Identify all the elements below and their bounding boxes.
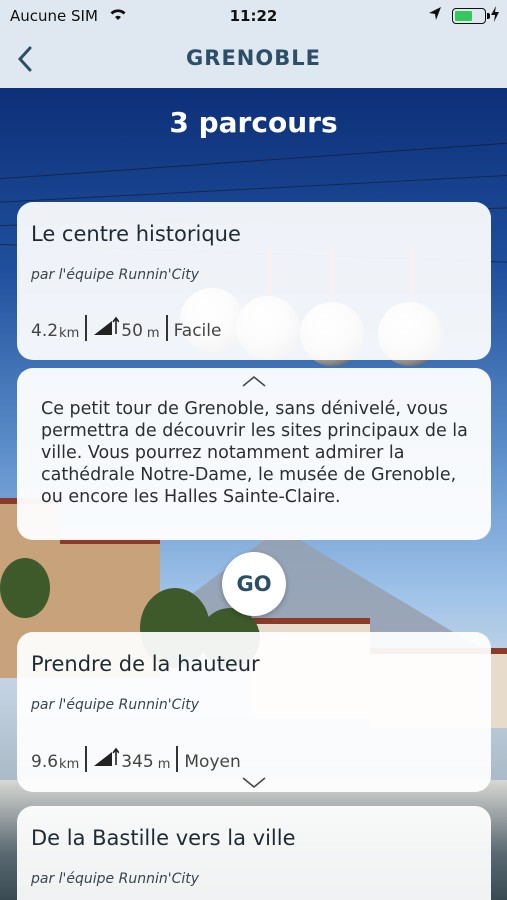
divider — [176, 746, 179, 772]
divider — [85, 746, 88, 772]
route-author: par l'équipe Runnin'City — [31, 871, 200, 887]
elevation-value: 50 — [121, 321, 143, 341]
elevation-value: 345 — [121, 752, 154, 772]
elevation-icon — [93, 747, 120, 772]
route-card[interactable]: Prendre de la hauteur par l'équipe Runni… — [17, 632, 491, 792]
route-description: Ce petit tour de Grenoble, sans dénivelé… — [41, 399, 468, 507]
route-count: 3 parcours — [169, 106, 338, 139]
route-author: par l'équipe Runnin'City — [31, 697, 200, 713]
route-card[interactable]: De la Bastille vers la ville par l'équip… — [17, 806, 491, 900]
status-bar: Aucune SIM 11:22 — [0, 0, 507, 32]
tree — [0, 558, 50, 618]
route-name: Prendre de la hauteur — [31, 652, 260, 676]
route-name: De la Bastille vers la ville — [31, 826, 296, 850]
elevation-icon — [93, 316, 120, 341]
chevron-up-icon[interactable] — [17, 372, 491, 391]
elevation-unit: m — [146, 326, 160, 341]
difficulty-label: Moyen — [184, 752, 241, 772]
route-name: Le centre historique — [31, 222, 241, 246]
navigation-bar: GRENOBLE — [0, 32, 507, 88]
distance-value: 9.6 — [31, 752, 59, 772]
route-description-card: Ce petit tour de Grenoble, sans dénivelé… — [17, 368, 491, 540]
chevron-down-icon[interactable] — [17, 774, 491, 793]
distance-value: 4.2 — [31, 321, 59, 341]
distance-unit: km — [59, 326, 80, 341]
charging-icon — [490, 6, 500, 26]
cable-line — [0, 173, 507, 204]
page-title: GRENOBLE — [186, 46, 321, 70]
battery-icon — [452, 8, 490, 24]
cable-line — [0, 140, 507, 181]
battery-fill — [455, 11, 472, 21]
go-button[interactable]: GO — [222, 552, 286, 616]
route-stats: 4.2 km 50 m Facile — [31, 315, 221, 341]
difficulty-label: Facile — [173, 321, 222, 341]
route-card[interactable]: Le centre historique par l'équipe Runnin… — [17, 202, 491, 360]
elevation-unit: m — [157, 757, 171, 772]
location-arrow-icon — [428, 6, 442, 26]
route-author: par l'équipe Runnin'City — [31, 267, 200, 283]
divider — [165, 315, 168, 341]
distance-unit: km — [59, 757, 80, 772]
route-stats: 9.6 km 345 m Moyen — [31, 746, 241, 772]
divider — [85, 315, 88, 341]
